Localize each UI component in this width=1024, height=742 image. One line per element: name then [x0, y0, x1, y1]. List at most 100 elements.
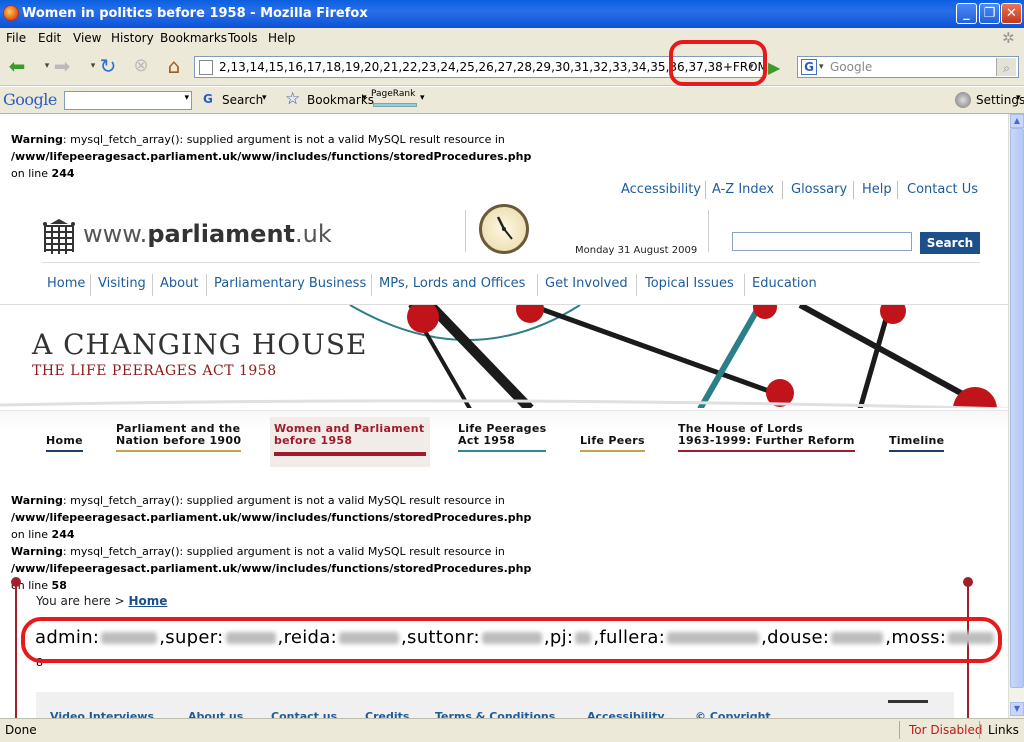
site-search-button[interactable]: Search	[920, 232, 980, 254]
go-icon[interactable]: ▶	[768, 58, 780, 77]
google-g-icon: G	[203, 92, 213, 106]
divider	[152, 274, 153, 296]
search-box[interactable]: G ▾ Google ⌕	[797, 56, 1019, 78]
portcullis-icon	[43, 219, 75, 254]
minimize-button[interactable]: _	[956, 3, 977, 24]
menu-tools[interactable]: Tools	[228, 31, 258, 45]
scroll-down-icon[interactable]: ▼	[1010, 702, 1024, 716]
google-toolbar: Google ▾ G Search ▾ ☆ Bookmarks ▾ PageRa…	[0, 87, 1024, 114]
search-icon[interactable]: ⌕	[996, 58, 1016, 76]
link-contact-us[interactable]: Contact Us	[907, 182, 978, 197]
home-icon[interactable]: ⌂	[161, 54, 187, 80]
divider	[899, 721, 900, 739]
vertical-scrollbar[interactable]: ▲ ▼	[1008, 114, 1024, 718]
divider	[979, 721, 980, 739]
maximize-button[interactable]: ❐	[979, 3, 1000, 24]
link-accessibility[interactable]: Accessibility	[621, 182, 701, 197]
stop-icon[interactable]: ⊗	[128, 54, 154, 80]
reload-icon[interactable]: ↻	[95, 54, 121, 80]
section-navigation: Home Parliament and the Nation before 190…	[0, 410, 1008, 474]
search-engine-dropdown-icon[interactable]: ▾	[819, 57, 824, 77]
section-women-parliament[interactable]: Women and Parliament before 1958	[270, 417, 430, 467]
close-button[interactable]: ✕	[1001, 3, 1022, 24]
footer-copyright[interactable]: © Copyright	[695, 710, 771, 718]
google-input-dropdown-icon[interactable]: ▾	[184, 93, 189, 103]
menu-help[interactable]: Help	[268, 31, 295, 45]
status-text: Done	[5, 723, 37, 737]
section-life-peerages-act[interactable]: Life Peerages Act 1958	[458, 423, 547, 452]
link-help[interactable]: Help	[862, 182, 892, 197]
bookmarks-dropdown-icon[interactable]: ▾	[362, 93, 367, 103]
php-warning: Warning: mysql_fetch_array(): supplied a…	[11, 133, 532, 180]
section-life-peers[interactable]: Life Peers	[580, 435, 645, 452]
pagerank-dropdown-icon[interactable]: ▾	[420, 93, 425, 103]
section-timeline[interactable]: Timeline	[889, 435, 945, 452]
footer-video-interviews[interactable]: Video Interviews	[50, 710, 154, 718]
nav-parliamentary-business[interactable]: Parliamentary Business	[214, 276, 366, 291]
menu-bookmarks[interactable]: Bookmarks	[160, 31, 227, 45]
annotation-circle-credentials	[21, 617, 1002, 663]
footer-about-us[interactable]: About us	[188, 710, 243, 718]
divider	[537, 274, 538, 296]
logo-uk: .uk	[295, 220, 332, 248]
divider	[708, 210, 709, 252]
divider	[42, 262, 980, 263]
settings-wrench-icon	[955, 92, 971, 108]
banner-title: A CHANGING HOUSE	[32, 328, 368, 361]
footer-accessibility[interactable]: Accessibility	[587, 710, 665, 718]
section-parliament-nation[interactable]: Parliament and the Nation before 1900	[116, 423, 242, 452]
search-engine-icon[interactable]: G	[801, 59, 817, 75]
footer-contact-us[interactable]: Contact us	[271, 710, 337, 718]
title-bar: Women in politics before 1958 - Mozilla …	[0, 0, 1024, 28]
link-az-index[interactable]: A-Z Index	[712, 182, 774, 197]
page-icon	[199, 60, 213, 75]
clock-face-icon	[496, 216, 513, 240]
nav-visiting[interactable]: Visiting	[98, 276, 146, 291]
scroll-thumb[interactable]	[1010, 128, 1024, 688]
section-house-of-lords[interactable]: The House of Lords 1963-1999: Further Ref…	[678, 423, 855, 452]
back-icon[interactable]: ⬅	[4, 54, 30, 80]
navigation-toolbar: ⬅ ▾ ➡ ▾ ↻ ⊗ ⌂ 2,13,14,15,16,17,18,19,20,…	[0, 48, 1024, 86]
footer-credits[interactable]: Credits	[365, 710, 409, 718]
google-search-input[interactable]: ▾	[64, 91, 192, 110]
php-warning: Warning: mysql_fetch_array(): supplied a…	[11, 494, 532, 541]
nav-education[interactable]: Education	[752, 276, 817, 291]
menu-view[interactable]: View	[73, 31, 101, 45]
section-home[interactable]: Home	[46, 435, 83, 452]
settings-dropdown-icon[interactable]: ▾	[1016, 93, 1021, 103]
menu-edit[interactable]: Edit	[38, 31, 61, 45]
menu-history[interactable]: History	[111, 31, 154, 45]
links-button[interactable]: Links	[988, 723, 1019, 737]
big-ben-clock-icon	[479, 204, 529, 254]
google-search-button[interactable]: Search	[222, 93, 263, 107]
divider	[853, 181, 854, 199]
nav-home[interactable]: Home	[47, 276, 85, 291]
throbber-icon: ✲	[1002, 29, 1015, 47]
current-date: Monday 31 August 2009	[575, 245, 698, 256]
divider	[465, 210, 466, 252]
tor-status-button[interactable]: Tor Disabled	[909, 723, 983, 737]
pagerank-label[interactable]: PageRank	[371, 89, 415, 99]
nav-topical-issues[interactable]: Topical Issues	[645, 276, 734, 291]
google-logo: Google	[3, 90, 57, 109]
scroll-up-icon[interactable]: ▲	[1010, 114, 1024, 128]
nav-about[interactable]: About	[160, 276, 198, 291]
google-search-dropdown-icon[interactable]: ▾	[262, 93, 267, 103]
footer-terms[interactable]: Terms & Conditions	[435, 710, 555, 718]
divider	[782, 181, 783, 199]
frame-line	[15, 586, 17, 718]
nav-get-involved[interactable]: Get Involved	[545, 276, 628, 291]
firefox-icon	[3, 5, 19, 21]
forward-icon[interactable]: ➡	[49, 54, 75, 80]
site-search-input[interactable]	[732, 232, 912, 251]
breadcrumb-home-link[interactable]: Home	[128, 594, 167, 608]
logo-www: www.	[83, 220, 148, 248]
banner-subtitle: THE LIFE PEERAGES ACT 1958	[32, 363, 277, 379]
link-glossary[interactable]: Glossary	[791, 182, 847, 197]
bookmark-star-icon: ☆	[285, 89, 301, 109]
breadcrumb: You are here > Home	[36, 594, 168, 608]
menu-file[interactable]: File	[6, 31, 26, 45]
annotation-circle-url	[669, 40, 767, 86]
nav-mps-lords-offices[interactable]: MPs, Lords and Offices	[379, 276, 525, 291]
banner: A CHANGING HOUSE THE LIFE PEERAGES ACT 1…	[0, 304, 1008, 408]
